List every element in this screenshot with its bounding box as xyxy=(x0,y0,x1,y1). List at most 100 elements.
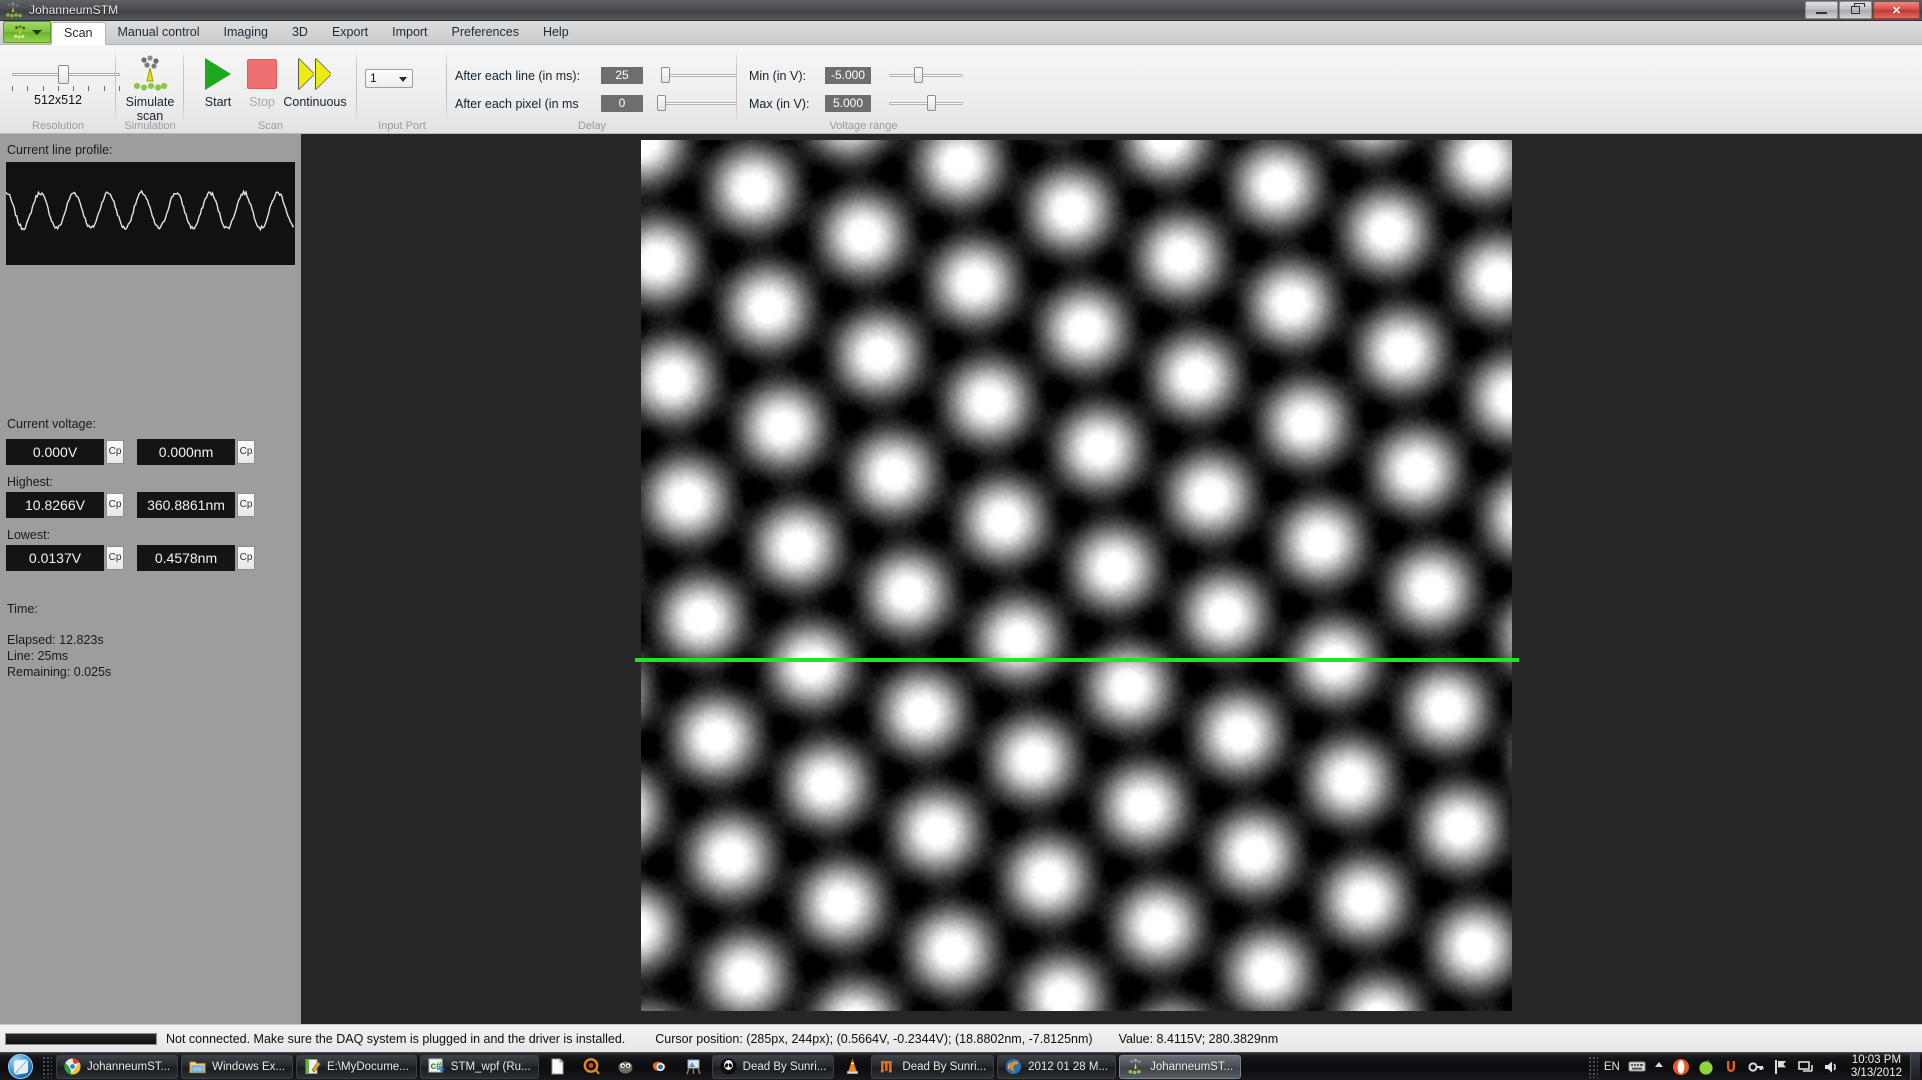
fast-forward-icon xyxy=(276,53,354,95)
input-port-select[interactable]: 1 xyxy=(365,69,413,88)
line-profile-marker[interactable] xyxy=(635,658,1519,662)
min-voltage-label: Min (in V): xyxy=(749,69,806,83)
tab-scan[interactable]: Scan xyxy=(51,22,106,45)
taskbar-item-firefox[interactable]: 2012 01 28 M... xyxy=(997,1054,1117,1079)
copy-highest-distance-button[interactable]: Cp xyxy=(237,493,255,517)
taskbar-item-chrome[interactable]: JohanneumST... xyxy=(56,1054,179,1079)
simulate-scan-button[interactable]: Simulate scan xyxy=(118,53,182,123)
keyboard-icon[interactable] xyxy=(1628,1058,1646,1076)
ribbon-group-delay: After each line (in ms): 25 After each p… xyxy=(447,45,737,134)
elapsed-time: Elapsed: 12.823s xyxy=(7,633,104,647)
slider-thumb[interactable] xyxy=(58,65,69,84)
tab-label: Preferences xyxy=(451,25,519,39)
slider-track xyxy=(663,102,737,105)
taskbar-item-notepad[interactable]: E:\MyDocume... xyxy=(295,1054,417,1079)
copy-highest-voltage-button[interactable]: Cp xyxy=(106,493,124,517)
app-menu-button[interactable] xyxy=(3,21,51,43)
group-label-scan: Scan xyxy=(257,120,284,132)
start-button[interactable] xyxy=(2,1054,38,1080)
status-bar: Not connected. Make sure the DAQ system … xyxy=(0,1024,1922,1052)
group-label-input-port: Input Port xyxy=(378,120,426,132)
tray-grip[interactable] xyxy=(1587,1055,1598,1078)
window-title: JohanneumSTM xyxy=(29,3,119,17)
copy-current-distance-button[interactable]: Cp xyxy=(237,440,255,464)
line-time: Line: 25ms xyxy=(7,649,69,663)
window-controls: ✕ xyxy=(1805,1,1920,19)
after-each-pixel-slider[interactable] xyxy=(657,94,737,112)
left-info-panel: Current line profile: Current voltage: 0… xyxy=(0,134,301,1024)
flag-icon[interactable] xyxy=(1772,1058,1790,1076)
taskbar-item-johanneumstm[interactable]: JohanneumST... xyxy=(1119,1054,1242,1079)
min-voltage-slider[interactable] xyxy=(883,66,963,84)
ribbon-tab-strip: Scan Manual control Imaging 3D Export Im… xyxy=(0,21,1922,45)
tab-preferences[interactable]: Preferences xyxy=(440,21,531,44)
input-port-value: 1 xyxy=(370,71,377,85)
slider-thumb[interactable] xyxy=(927,95,936,111)
resolution-slider[interactable] xyxy=(12,61,120,91)
key-icon[interactable] xyxy=(1747,1058,1765,1076)
tab-label: Imaging xyxy=(223,25,268,39)
tab-import[interactable]: Import xyxy=(380,21,439,44)
lowest-row: 0.0137V Cp 0.4578nm Cp xyxy=(6,545,296,571)
after-each-line-input[interactable]: 25 xyxy=(601,67,643,84)
cursor-position-readout: Cursor position: (285px, 244px); (0.5664… xyxy=(655,1031,1093,1046)
taskbar-item-blender[interactable] xyxy=(644,1055,675,1079)
ribbon: Scan Manual control Imaging 3D Export Im… xyxy=(0,21,1922,134)
taskbar-item-easel[interactable] xyxy=(678,1055,709,1079)
ribbon-group-input-port: 1 Input Port xyxy=(357,45,447,134)
blender-icon xyxy=(651,1058,668,1075)
max-voltage-input[interactable]: 5.000 xyxy=(825,95,871,112)
tab-export[interactable]: Export xyxy=(320,21,380,44)
minimize-button[interactable] xyxy=(1805,1,1838,19)
min-voltage-input[interactable]: -5.000 xyxy=(825,67,871,84)
taskbar-item-kde[interactable] xyxy=(576,1055,607,1079)
language-indicator[interactable]: EN xyxy=(1604,1061,1620,1073)
max-voltage-slider[interactable] xyxy=(883,94,963,112)
taskbar-item-gimp[interactable] xyxy=(610,1055,641,1079)
tab-manual-control[interactable]: Manual control xyxy=(106,21,212,44)
stm-app-icon xyxy=(1127,1058,1144,1075)
taskbar-item-vlc[interactable] xyxy=(837,1055,868,1079)
close-button[interactable]: ✕ xyxy=(1873,1,1920,19)
apple-icon[interactable] xyxy=(1697,1058,1715,1076)
stm-topography-image[interactable] xyxy=(641,140,1512,1011)
highest-distance-value: 360.8861nm xyxy=(137,492,235,518)
slider-thumb[interactable] xyxy=(657,95,666,111)
clock-time: 10:03 PM xyxy=(1851,1053,1902,1066)
copy-lowest-voltage-button[interactable]: Cp xyxy=(106,546,124,570)
taskbar-item-dead-by-sunrise[interactable]: Dead By Sunri... xyxy=(711,1054,835,1079)
taskbar-grip[interactable] xyxy=(42,1055,52,1078)
scan-viewport[interactable] xyxy=(301,134,1922,1024)
show-hidden-icon[interactable] xyxy=(1653,1058,1665,1076)
taskbar-item-label: Windows Ex... xyxy=(212,1060,285,1073)
opera-icon[interactable] xyxy=(1672,1058,1690,1076)
after-each-pixel-label: After each pixel (in ms xyxy=(455,97,579,111)
taskbar-item-windows-explorer[interactable]: Windows Ex... xyxy=(181,1054,293,1079)
slider-thumb[interactable] xyxy=(661,67,670,83)
current-voltage-value: 0.000V xyxy=(6,439,104,465)
network-icon[interactable] xyxy=(1797,1058,1815,1076)
restore-button[interactable] xyxy=(1839,1,1872,19)
music-note-icon xyxy=(879,1058,896,1075)
taskbar-item-document[interactable] xyxy=(542,1055,573,1079)
volume-icon[interactable] xyxy=(1822,1058,1840,1076)
taskbar-item-media-player[interactable]: Dead By Sunri... xyxy=(871,1054,995,1079)
after-each-line-slider[interactable] xyxy=(657,66,737,84)
slider-thumb[interactable] xyxy=(914,67,923,83)
tab-help[interactable]: Help xyxy=(531,21,581,44)
tab-3d[interactable]: 3D xyxy=(280,21,320,44)
system-tray: EN 10:03 PM 3/13/2012 xyxy=(1587,1052,1922,1080)
taskbar-item-visual-studio[interactable]: c# STM_wpf (Ru... xyxy=(419,1054,539,1079)
tab-label: Scan xyxy=(64,26,93,40)
utorrent-icon[interactable] xyxy=(1722,1058,1740,1076)
taskbar-item-label: 2012 01 28 M... xyxy=(1028,1060,1109,1073)
csharp-icon: c# xyxy=(428,1058,445,1075)
copy-current-voltage-button[interactable]: Cp xyxy=(106,440,124,464)
after-each-pixel-input[interactable]: 0 xyxy=(601,95,643,112)
taskbar-clock[interactable]: 10:03 PM 3/13/2012 xyxy=(1851,1054,1902,1080)
tab-imaging[interactable]: Imaging xyxy=(212,21,280,44)
highest-row: 10.8266V Cp 360.8861nm Cp xyxy=(6,492,296,518)
continuous-button[interactable]: Continuous xyxy=(276,53,354,109)
show-desktop-button[interactable] xyxy=(1910,1052,1920,1080)
copy-lowest-distance-button[interactable]: Cp xyxy=(237,546,255,570)
